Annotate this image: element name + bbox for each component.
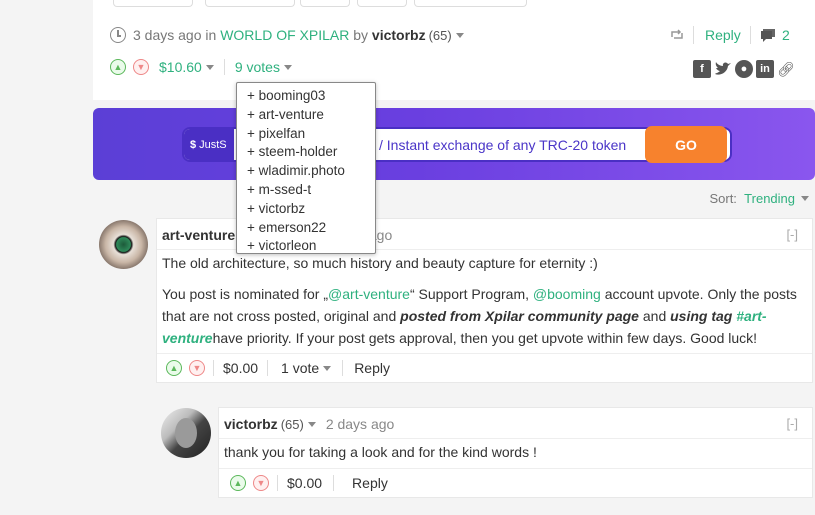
text-span: and xyxy=(638,308,671,324)
chevron-down-icon[interactable] xyxy=(323,365,332,371)
banner-text: / Instant exchange of any TRC-20 token xyxy=(379,137,627,153)
voter-item[interactable]: + m-ssed-t xyxy=(247,180,375,199)
divider xyxy=(277,475,278,491)
post-footer-card xyxy=(93,0,815,100)
voter-item[interactable]: + victorleon xyxy=(247,236,375,255)
author-reputation: (65) xyxy=(428,27,452,43)
clock-icon xyxy=(110,27,126,43)
link-icon[interactable]: 🔗︎ xyxy=(777,61,795,78)
tag-chip[interactable] xyxy=(300,0,350,7)
voter-item[interactable]: + victorbz xyxy=(247,199,375,218)
text-span: “ Support Program, xyxy=(409,286,533,302)
tag-chip[interactable] xyxy=(205,0,295,7)
chevron-down-icon[interactable] xyxy=(455,32,464,38)
sort-control: Sort: Trending xyxy=(709,191,809,206)
upvote-icon[interactable]: ▲ xyxy=(230,475,246,491)
comment-author[interactable]: victorbz xyxy=(224,416,278,432)
comment-icon[interactable] xyxy=(760,28,776,42)
reddit-icon[interactable]: ● xyxy=(735,60,753,78)
voter-item[interactable]: + booming03 xyxy=(247,86,375,105)
post-votes-toggle[interactable]: 9 votes xyxy=(235,59,280,75)
tag-chip[interactable] xyxy=(414,0,527,7)
post-payout[interactable]: $10.60 xyxy=(159,59,202,75)
promo-banner[interactable]: $ JustS / Instant exchange of any TRC-20 … xyxy=(93,108,815,180)
voter-item[interactable]: + art-venture xyxy=(247,105,375,124)
comment-paragraph: The old architecture, so much history an… xyxy=(162,255,598,271)
comment-header: victorbz (65) 2 days ago xyxy=(224,416,394,432)
voter-item[interactable]: + pixelfan xyxy=(247,124,375,143)
voters-dropdown: + booming03 + art-venture + pixelfan + s… xyxy=(236,82,376,254)
mention-link[interactable]: @booming xyxy=(533,286,601,302)
by-word: by xyxy=(353,27,369,43)
comment-author[interactable]: art-venture xyxy=(162,227,235,243)
post-vote-bar: ▲ ▼ $10.60 9 votes xyxy=(110,59,292,75)
avatar[interactable] xyxy=(161,408,211,458)
banner-go-button[interactable]: GO xyxy=(645,126,727,163)
community-link[interactable]: WORLD OF XPILAR xyxy=(220,27,349,43)
comment-payout[interactable]: $0.00 xyxy=(287,475,322,491)
divider xyxy=(213,360,214,376)
in-word: in xyxy=(205,27,217,43)
mention-link[interactable]: @art-venture xyxy=(328,286,410,302)
divider xyxy=(333,475,335,491)
avatar[interactable] xyxy=(99,220,148,269)
twitter-icon[interactable] xyxy=(714,60,732,78)
reblog-icon[interactable] xyxy=(670,28,684,42)
divider xyxy=(750,26,751,44)
voter-item[interactable]: + steem-holder xyxy=(247,142,375,161)
comment-votes[interactable]: 1 vote xyxy=(281,360,319,376)
author-reputation: (65) xyxy=(280,416,304,432)
sort-label: Sort: xyxy=(709,191,737,206)
comment-payout[interactable]: $0.00 xyxy=(223,360,258,376)
comment-reply[interactable]: Reply xyxy=(354,360,390,376)
comment-count[interactable]: 2 xyxy=(782,27,790,43)
chevron-down-icon[interactable] xyxy=(801,196,809,201)
comment-paragraph: You post is nominated for „@art-venture“… xyxy=(162,283,802,349)
divider xyxy=(267,360,269,376)
downvote-icon[interactable]: ▼ xyxy=(253,475,269,491)
downvote-icon[interactable]: ▼ xyxy=(133,59,149,75)
banner-badge: $ JustS xyxy=(184,129,234,160)
avatar-face xyxy=(175,418,197,448)
collapse-toggle[interactable]: [-] xyxy=(786,227,798,242)
comment-paragraph: thank you for taking a look and for the … xyxy=(224,444,537,460)
facebook-icon[interactable]: f xyxy=(693,60,711,78)
upvote-icon[interactable]: ▲ xyxy=(110,59,126,75)
divider xyxy=(342,360,344,376)
bold-text: using tag xyxy=(670,308,737,324)
post-reply-link[interactable]: Reply xyxy=(705,27,741,43)
downvote-icon[interactable]: ▼ xyxy=(189,360,205,376)
tag-chip[interactable] xyxy=(357,0,407,7)
chevron-down-icon[interactable] xyxy=(307,421,316,427)
upvote-icon[interactable]: ▲ xyxy=(166,360,182,376)
voter-item[interactable]: + emerson22 xyxy=(247,218,375,237)
comment-vote-bar: ▲ ▼ $0.00 Reply xyxy=(230,475,388,491)
comment-age: 2 days ago xyxy=(325,416,395,432)
bold-text: posted from Xpilar community page xyxy=(400,308,639,324)
post-author[interactable]: victorbz xyxy=(372,27,426,43)
post-age: 3 days ago xyxy=(133,27,202,43)
comment-vote-bar: ▲ ▼ $0.00 1 vote Reply xyxy=(166,360,390,376)
divider xyxy=(219,438,812,439)
tag-chip[interactable] xyxy=(113,0,193,7)
divider xyxy=(693,26,694,44)
text-span: You post is nominated for „ xyxy=(162,286,329,302)
linkedin-icon[interactable]: in xyxy=(756,60,774,78)
voter-item[interactable]: + wladimir.photo xyxy=(247,161,375,180)
text-span: have priority. If your post gets approva… xyxy=(212,330,758,346)
chevron-down-icon[interactable] xyxy=(283,64,292,70)
divider xyxy=(219,468,812,469)
comment-card: victorbz (65) 2 days ago [-] thank you fo… xyxy=(218,407,813,498)
chevron-down-icon[interactable] xyxy=(205,64,214,70)
banner-badge-text: JustS xyxy=(199,138,227,151)
share-bar: f ● in 🔗︎ xyxy=(693,60,795,78)
comment-reply[interactable]: Reply xyxy=(352,475,388,491)
divider xyxy=(157,353,812,354)
post-meta: 3 days ago in WORLD OF XPILAR by victorb… xyxy=(110,26,464,44)
collapse-toggle[interactable]: [-] xyxy=(786,416,798,431)
sort-select[interactable]: Trending xyxy=(744,191,795,206)
divider xyxy=(223,59,225,75)
